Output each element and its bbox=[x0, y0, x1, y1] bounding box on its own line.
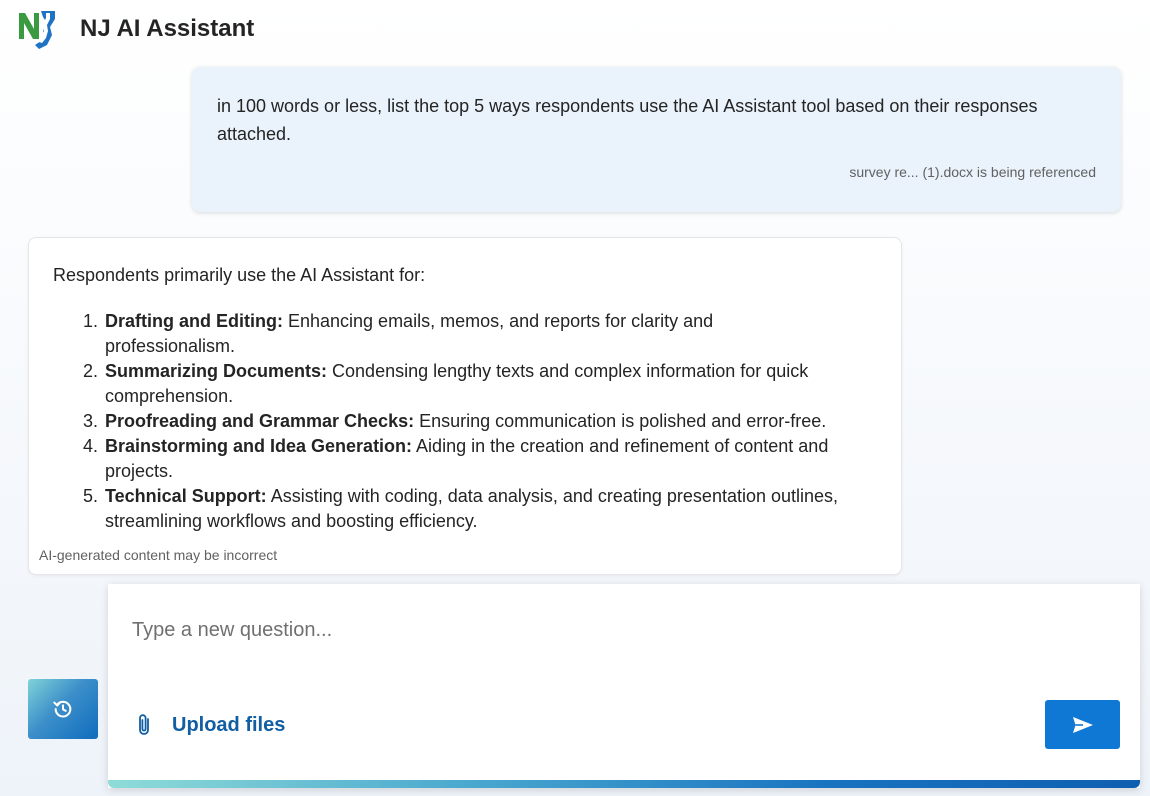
question-input[interactable] bbox=[132, 610, 1112, 650]
list-item: Brainstorming and Idea Generation: Aidin… bbox=[103, 434, 843, 484]
send-icon bbox=[1072, 716, 1093, 733]
list-item: Drafting and Editing: Enhancing emails, … bbox=[103, 309, 843, 359]
user-message-bubble: in 100 words or less, list the top 5 way… bbox=[192, 67, 1121, 212]
list-item: Proofreading and Grammar Checks: Ensurin… bbox=[103, 409, 843, 434]
list-item-title: Technical Support: bbox=[105, 486, 267, 506]
answer-list: Drafting and Editing: Enhancing emails, … bbox=[103, 309, 843, 534]
composer-accent-bar bbox=[108, 780, 1140, 788]
app-title: NJ AI Assistant bbox=[80, 15, 255, 42]
chat-history-button[interactable] bbox=[28, 679, 98, 739]
user-message-text: in 100 words or less, list the top 5 way… bbox=[217, 96, 1038, 144]
list-item: Summarizing Documents: Condensing length… bbox=[103, 359, 843, 409]
history-icon bbox=[53, 700, 72, 718]
list-item-title: Proofreading and Grammar Checks: bbox=[105, 411, 415, 431]
assistant-intro: Respondents primarily use the AI Assista… bbox=[53, 265, 426, 285]
nj-logo bbox=[17, 9, 57, 51]
send-button[interactable] bbox=[1045, 700, 1120, 749]
ai-disclaimer: AI-generated content may be incorrect bbox=[39, 547, 278, 563]
upload-files-button[interactable]: Upload files bbox=[134, 710, 285, 740]
composer-panel: Upload files bbox=[108, 584, 1140, 788]
list-item-title: Brainstorming and Idea Generation: bbox=[105, 436, 413, 456]
list-item-title: Summarizing Documents: bbox=[105, 361, 328, 381]
upload-files-label: Upload files bbox=[172, 713, 286, 736]
assistant-response-card: Respondents primarily use the AI Assista… bbox=[28, 237, 902, 575]
list-item-text: Ensuring communication is polished and e… bbox=[414, 411, 827, 431]
list-item: Technical Support: Assisting with coding… bbox=[103, 484, 843, 534]
paperclip-icon bbox=[139, 714, 149, 735]
app-header: NJ AI Assistant bbox=[0, 0, 1150, 60]
list-item-title: Drafting and Editing: bbox=[105, 311, 283, 331]
file-reference-note: survey re... (1).docx is being reference… bbox=[849, 164, 1096, 180]
